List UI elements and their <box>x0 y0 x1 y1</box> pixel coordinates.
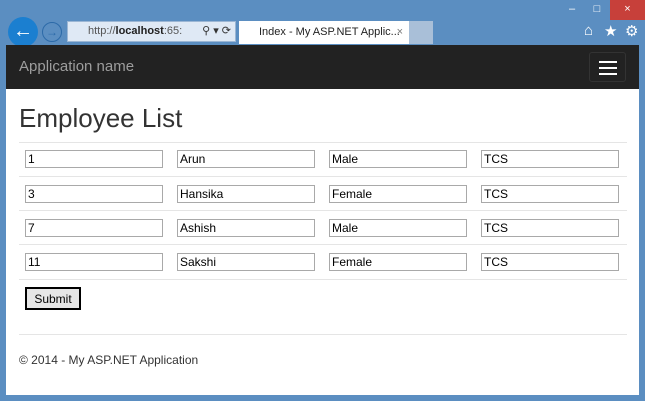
employee-gender-input[interactable] <box>329 150 467 168</box>
footer-text: © 2014 - My ASP.NET Application <box>19 353 199 367</box>
tab-close-icon[interactable]: × <box>397 21 403 43</box>
gear-icon[interactable]: ⚙ <box>625 22 638 40</box>
brand-link[interactable]: Application name <box>19 58 134 75</box>
back-button[interactable]: ← <box>8 17 38 47</box>
minimize-button[interactable]: – <box>561 0 583 20</box>
employee-gender-input[interactable] <box>329 253 467 271</box>
home-icon[interactable]: ⌂ <box>584 22 593 39</box>
divider <box>19 176 627 177</box>
divider <box>19 142 627 143</box>
forward-button[interactable]: → <box>42 22 62 42</box>
tab-title: Index - My ASP.NET Applic... <box>259 26 400 38</box>
divider <box>19 210 627 211</box>
divider <box>19 279 627 280</box>
employee-company-input[interactable] <box>481 253 619 271</box>
employee-company-input[interactable] <box>481 185 619 203</box>
employee-gender-input[interactable] <box>329 185 467 203</box>
employee-name-input[interactable] <box>177 219 315 237</box>
submit-button[interactable]: Submit <box>25 287 81 310</box>
close-window-button[interactable]: × <box>610 0 645 20</box>
employee-name-input[interactable] <box>177 150 315 168</box>
url-port: :65: <box>163 25 183 37</box>
url-prefix: http:// <box>88 25 116 37</box>
new-tab-button[interactable] <box>409 21 433 44</box>
tab-index[interactable]: Index - My ASP.NET Applic... × <box>239 21 409 44</box>
page-body <box>6 89 639 395</box>
page-title: Employee List <box>19 103 183 133</box>
employee-id-input[interactable] <box>25 185 163 203</box>
favorites-star-icon[interactable]: ★ <box>604 22 617 40</box>
address-bar[interactable]: http://localhost:65: ⚲ ▾ ⟳ <box>67 21 236 42</box>
search-refresh-icons[interactable]: ⚲ ▾ ⟳ <box>202 22 231 41</box>
employee-id-input[interactable] <box>25 150 163 168</box>
employee-id-input[interactable] <box>25 253 163 271</box>
employee-company-input[interactable] <box>481 150 619 168</box>
employee-gender-input[interactable] <box>329 219 467 237</box>
employee-company-input[interactable] <box>481 219 619 237</box>
employee-id-input[interactable] <box>25 219 163 237</box>
footer-divider <box>19 334 627 335</box>
divider <box>19 244 627 245</box>
employee-name-input[interactable] <box>177 253 315 271</box>
menu-toggle-button[interactable] <box>589 52 626 82</box>
url-host: localhost <box>115 25 164 37</box>
maximize-button[interactable]: □ <box>586 0 608 20</box>
employee-name-input[interactable] <box>177 185 315 203</box>
